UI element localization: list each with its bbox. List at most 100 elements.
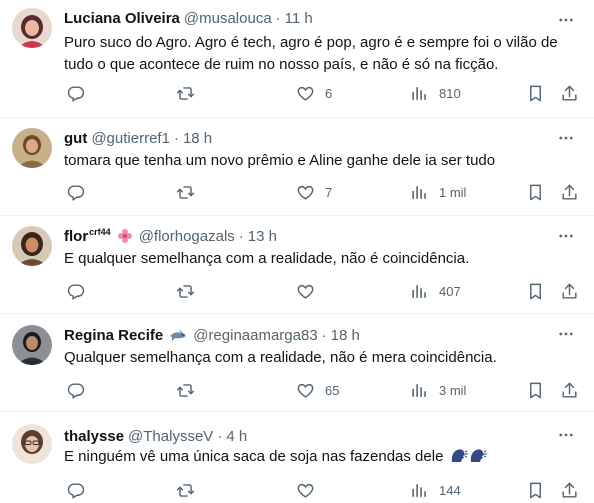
share-button[interactable] bbox=[560, 281, 579, 301]
share-icon bbox=[562, 184, 577, 200]
more-options-button[interactable] bbox=[556, 10, 576, 30]
more-options-button[interactable] bbox=[556, 425, 576, 445]
like-count: 65 bbox=[325, 382, 340, 398]
avatar[interactable] bbox=[12, 128, 52, 168]
heart-icon bbox=[297, 86, 314, 101]
views-chart-icon bbox=[412, 483, 426, 497]
views-button[interactable]: 1 mil bbox=[410, 182, 466, 202]
views-chart-icon bbox=[412, 284, 426, 298]
bookmark-button[interactable] bbox=[526, 480, 545, 500]
share-icon bbox=[562, 283, 577, 299]
display-name[interactable]: gut bbox=[64, 130, 87, 147]
retweet-icon bbox=[176, 383, 195, 397]
tweet-header: Regina Recife @reginaamarga83 · 18 h bbox=[64, 325, 360, 345]
user-handle[interactable]: @ThalysseV bbox=[128, 428, 213, 445]
bookmark-icon bbox=[530, 184, 541, 200]
tweet-actions: 7 1 mil bbox=[64, 182, 584, 202]
display-name[interactable]: Regina Recife bbox=[64, 327, 163, 344]
more-dots-icon bbox=[559, 332, 573, 336]
separator-dot: · bbox=[238, 227, 244, 245]
views-count: 3 mil bbox=[439, 382, 467, 398]
reply-feed: Luciana Oliveira @musalouca · 11 h Puro … bbox=[0, 0, 594, 503]
reply-button[interactable] bbox=[66, 182, 85, 202]
reply-icon bbox=[67, 382, 85, 399]
flower-emoji-icon bbox=[117, 228, 133, 244]
views-button[interactable]: 144 bbox=[410, 480, 461, 500]
tweet-actions: 65 3 mil bbox=[64, 380, 584, 400]
separator-dot: · bbox=[173, 129, 179, 147]
display-name[interactable]: Luciana Oliveira bbox=[64, 10, 180, 27]
user-handle[interactable]: @reginaamarga83 bbox=[193, 327, 317, 344]
avatar[interactable] bbox=[12, 226, 52, 266]
retweet-button[interactable] bbox=[176, 380, 195, 400]
avatar[interactable] bbox=[12, 325, 52, 365]
views-button[interactable]: 3 mil bbox=[410, 380, 466, 400]
tweet[interactable]: florcrf44 @florhogazals · 13 h E qualque… bbox=[0, 216, 594, 314]
views-count: 144 bbox=[439, 482, 461, 498]
timestamp[interactable]: 18 h bbox=[331, 327, 360, 344]
reply-button[interactable] bbox=[66, 83, 85, 103]
tweet[interactable]: Regina Recife @reginaamarga83 · 18 h Qua… bbox=[0, 314, 594, 412]
retweet-button[interactable] bbox=[176, 480, 195, 500]
tweet-header: thalysse @ThalysseV · 4 h bbox=[64, 426, 247, 446]
shark-emoji-icon bbox=[169, 328, 187, 342]
reply-icon bbox=[67, 184, 85, 201]
avatar[interactable] bbox=[12, 8, 52, 48]
heart-icon bbox=[297, 483, 314, 498]
heart-icon bbox=[297, 284, 314, 299]
tweet[interactable]: gut @gutierref1 · 18 h tomara que tenha … bbox=[0, 118, 594, 216]
tweet-text-content: E ninguém vê uma única saca de soja nas … bbox=[64, 448, 444, 465]
share-icon bbox=[562, 85, 577, 101]
bookmark-button[interactable] bbox=[526, 380, 545, 400]
avatar[interactable] bbox=[12, 424, 52, 464]
views-button[interactable]: 407 bbox=[410, 281, 461, 301]
tweet[interactable]: Luciana Oliveira @musalouca · 11 h Puro … bbox=[0, 0, 594, 118]
bookmark-button[interactable] bbox=[526, 281, 545, 301]
retweet-button[interactable] bbox=[176, 182, 195, 202]
bookmark-button[interactable] bbox=[526, 182, 545, 202]
tweet[interactable]: thalysse @ThalysseV · 4 h E ninguém vê u… bbox=[0, 412, 594, 503]
tweet-header: florcrf44 @florhogazals · 13 h bbox=[64, 226, 277, 246]
retweet-button[interactable] bbox=[176, 281, 195, 301]
retweet-button[interactable] bbox=[176, 83, 195, 103]
like-button[interactable]: 7 bbox=[296, 182, 332, 202]
tweet-actions: 407 bbox=[64, 281, 584, 301]
heart-icon bbox=[297, 383, 314, 398]
user-handle[interactable]: @gutierref1 bbox=[91, 130, 170, 147]
more-options-button[interactable] bbox=[556, 324, 576, 344]
bookmark-button[interactable] bbox=[526, 83, 545, 103]
timestamp[interactable]: 18 h bbox=[183, 130, 212, 147]
user-handle[interactable]: @musalouca bbox=[184, 10, 272, 27]
display-name[interactable]: florcrf44 bbox=[64, 227, 111, 245]
user-handle[interactable]: @florhogazals bbox=[139, 228, 235, 245]
share-icon bbox=[562, 482, 577, 498]
share-button[interactable] bbox=[560, 83, 579, 103]
like-count: 7 bbox=[325, 184, 333, 200]
like-button[interactable]: 65 bbox=[296, 380, 339, 400]
like-button[interactable] bbox=[296, 480, 315, 500]
views-count: 407 bbox=[439, 283, 461, 299]
timestamp[interactable]: 4 h bbox=[226, 428, 247, 445]
reply-button[interactable] bbox=[66, 380, 85, 400]
display-name-superscript: crf44 bbox=[89, 227, 111, 237]
timestamp[interactable]: 13 h bbox=[248, 228, 277, 245]
like-button[interactable] bbox=[296, 281, 315, 301]
views-button[interactable]: 810 bbox=[410, 83, 461, 103]
reply-button[interactable] bbox=[66, 480, 85, 500]
retweet-icon bbox=[176, 185, 195, 199]
tweet-text: Qualquer semelhança com a realidade, não… bbox=[64, 349, 497, 366]
share-button[interactable] bbox=[560, 480, 579, 500]
share-button[interactable] bbox=[560, 182, 579, 202]
timestamp[interactable]: 11 h bbox=[285, 10, 313, 27]
reply-button[interactable] bbox=[66, 281, 85, 301]
share-button[interactable] bbox=[560, 380, 579, 400]
more-options-button[interactable] bbox=[556, 226, 576, 246]
bookmark-icon bbox=[530, 482, 541, 498]
retweet-icon bbox=[176, 483, 195, 497]
views-chart-icon bbox=[412, 383, 426, 397]
more-options-button[interactable] bbox=[556, 128, 576, 148]
views-chart-icon bbox=[412, 185, 426, 199]
retweet-icon bbox=[176, 86, 195, 100]
display-name[interactable]: thalysse bbox=[64, 428, 124, 445]
like-button[interactable]: 6 bbox=[296, 83, 332, 103]
